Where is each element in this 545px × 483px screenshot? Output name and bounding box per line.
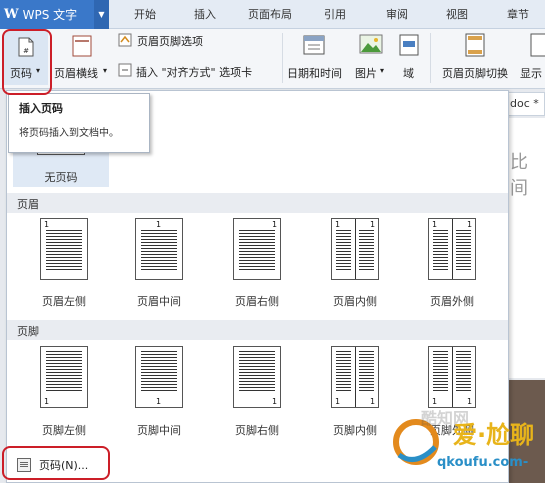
page-number-marker: 1 [335, 397, 341, 406]
header-thumbnail-inner[interactable]: 11 [331, 218, 379, 280]
date-time-button[interactable]: 日期和时间 [287, 65, 342, 81]
footer-section-title: 页脚 [7, 320, 508, 340]
switch-header-footer-icon [465, 33, 485, 57]
page-number-marker: 1 [335, 220, 341, 229]
header-option-label: 页眉内侧 [333, 295, 377, 308]
page-number-marker: 1 [432, 220, 438, 229]
field-button[interactable]: 域 [403, 65, 414, 81]
watermark-site: qkoufu.com- [437, 455, 529, 470]
text-lines [141, 230, 177, 272]
header-option-label: 页眉中间 [137, 295, 181, 308]
text-lines [239, 351, 275, 393]
tooltip-title: 插入页码 [19, 102, 63, 115]
app-menu-button[interactable]: W WPS 文字 ▼ [0, 0, 109, 29]
tab-review[interactable]: 审阅 [386, 6, 408, 22]
document-text: 比间 [510, 152, 528, 199]
ribbon-separator [282, 33, 283, 83]
watermark: 酷知网 爱·尬聊 qkoufu.com- [385, 405, 545, 483]
column-divider [355, 219, 356, 279]
highlight-page-number-dialog [2, 446, 110, 480]
footer-thumbnail-outer[interactable]: 11 [428, 346, 476, 408]
tooltip: 插入页码 将页码插入到文档中。 [8, 93, 150, 153]
text-lines [141, 351, 177, 393]
header-option-label: 页眉外侧 [430, 295, 474, 308]
column-divider [355, 347, 356, 407]
text-lines [433, 230, 448, 272]
ribbon-toolbar: # 页码 ▾ 页眉横线 ▾ 页眉页脚选项 插入 "对齐方式" 选项卡 日期和时间… [0, 29, 545, 89]
text-lines [433, 351, 448, 393]
picture-arrow-icon[interactable]: ▾ [380, 66, 384, 75]
text-lines [46, 351, 82, 393]
header-thumbnail-center[interactable]: 1 [135, 218, 183, 280]
show-prev-icon [530, 33, 545, 57]
text-lines [336, 230, 351, 272]
page-number-marker: 1 [370, 220, 376, 229]
header-option-label: 页眉左侧 [42, 295, 86, 308]
page-number-marker: 1 [272, 220, 278, 229]
watermark-brand: 爱·尬聊 [453, 421, 535, 449]
page-number-marker: 1 [370, 397, 376, 406]
page-number-marker: 1 [467, 220, 473, 229]
footer-option-label: 页脚中间 [137, 424, 181, 437]
app-name: WPS 文字 [22, 8, 78, 22]
app-menu-arrow-icon[interactable]: ▼ [94, 0, 109, 29]
insert-align-icon [118, 63, 132, 77]
page-number-marker: 1 [156, 397, 162, 406]
wps-logo-icon: W [4, 7, 19, 22]
header-thumbnail-left[interactable]: 1 [40, 218, 88, 280]
header-thumbnail-outer[interactable]: 11 [428, 218, 476, 280]
tab-reference[interactable]: 引用 [324, 6, 346, 22]
header-line-icon [72, 35, 92, 57]
header-line-arrow-icon[interactable]: ▾ [103, 66, 107, 75]
highlight-page-number-button [2, 29, 52, 95]
tab-page-layout[interactable]: 页面布局 [248, 6, 292, 22]
ribbon-separator [430, 33, 431, 83]
tab-section[interactable]: 章节 [507, 6, 529, 22]
page-number-marker: 1 [272, 397, 278, 406]
page-number-marker: 1 [44, 220, 50, 229]
footer-thumbnail-right[interactable]: 1 [233, 346, 281, 408]
footer-option-label: 页脚左侧 [42, 424, 86, 437]
show-prev-button[interactable]: 显示 [520, 65, 542, 81]
text-lines [359, 351, 374, 393]
header-option-label: 页眉右侧 [235, 295, 279, 308]
tab-start[interactable]: 开始 [134, 6, 156, 22]
footer-thumbnail-inner[interactable]: 11 [331, 346, 379, 408]
text-lines [239, 230, 275, 272]
footer-option-label: 页脚右侧 [235, 424, 279, 437]
column-divider [452, 347, 453, 407]
footer-thumbnail-center[interactable]: 1 [135, 346, 183, 408]
picture-button[interactable]: 图片 [355, 65, 377, 81]
text-lines [336, 351, 351, 393]
header-footer-options-button[interactable]: 页眉页脚选项 [137, 33, 203, 49]
text-lines [359, 230, 374, 272]
page-number-marker: 1 [44, 397, 50, 406]
insert-align-tab-button[interactable]: 插入 "对齐方式" 选项卡 [136, 64, 252, 80]
title-bar: W WPS 文字 ▼ 开始 插入 页面布局 引用 审阅 视图 章节 [0, 0, 545, 29]
text-lines [46, 230, 82, 272]
footer-thumbnail-left[interactable]: 1 [40, 346, 88, 408]
page-number-marker: 1 [156, 220, 162, 229]
column-divider [452, 219, 453, 279]
header-line-button[interactable]: 页眉横线 [54, 65, 98, 81]
text-lines [456, 230, 471, 272]
tooltip-body: 将页码插入到文档中。 [19, 128, 119, 139]
tab-insert[interactable]: 插入 [194, 6, 216, 22]
header-section-title: 页眉 [7, 193, 508, 213]
no-page-label: 无页码 [44, 171, 78, 184]
switch-header-footer-button[interactable]: 页眉页脚切换 [442, 65, 508, 81]
header-footer-options-icon [118, 33, 132, 47]
calendar-icon [303, 35, 325, 55]
picture-icon [359, 34, 383, 54]
document-tab[interactable]: doc * [505, 92, 545, 116]
text-lines [456, 351, 471, 393]
tab-view[interactable]: 视图 [446, 6, 468, 22]
header-thumbnail-right[interactable]: 1 [233, 218, 281, 280]
field-icon [399, 34, 419, 56]
